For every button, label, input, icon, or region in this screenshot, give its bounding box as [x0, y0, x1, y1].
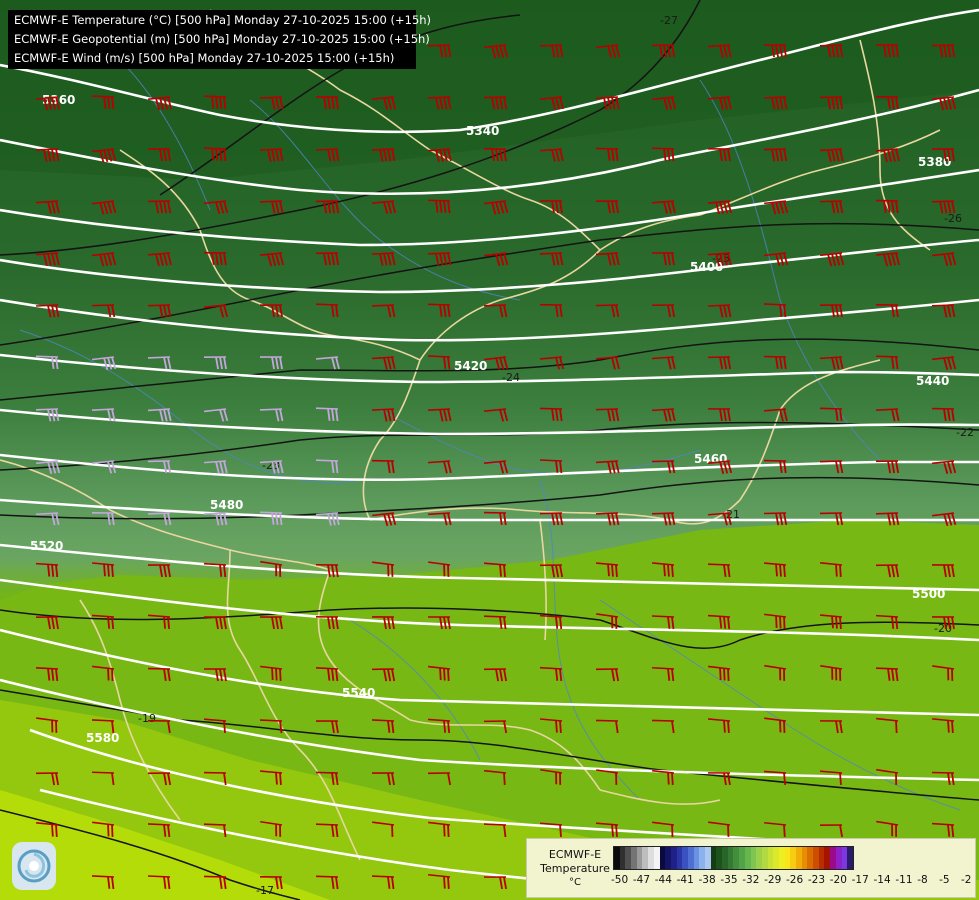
legend-tick-label: -29	[764, 874, 782, 886]
map-title-box: ECMWF-E Temperature (°C) [500 hPa] Monda…	[8, 10, 432, 69]
label-5440: 5440	[916, 374, 949, 388]
legend-tick-label: -2	[961, 874, 972, 886]
label-5500: 5500	[912, 587, 945, 601]
legend-title: ECMWF-E Temperature °C	[535, 848, 615, 890]
legend-tick-label: -41	[676, 874, 694, 886]
legend-color-bar	[613, 846, 854, 870]
label-5540: 5540	[342, 686, 375, 700]
label-5380: 5380	[918, 155, 951, 169]
legend-tick-label: -20	[829, 874, 847, 886]
legend-tick-label: -17	[851, 874, 869, 886]
title-wind: ECMWF-E Wind (m/s) [500 hPa] Monday 27-1…	[14, 51, 395, 65]
label-t-17: -17	[256, 884, 274, 897]
temperature-legend: ECMWF-E Temperature °C -50 -47 -44 -41 -38 -3…	[526, 838, 976, 898]
legend-tick-label: -35	[720, 874, 738, 886]
label-5480: 5480	[210, 498, 243, 512]
label-5520: 5520	[30, 539, 63, 553]
legend-tick-label: -44	[654, 874, 672, 886]
legend-tick-label: -26	[786, 874, 804, 886]
label-5580: 5580	[86, 731, 119, 745]
label-5420: 5420	[454, 359, 487, 373]
legend-tick-label: -47	[632, 874, 651, 886]
legend-tick-label: -14	[873, 874, 891, 886]
legend-tick-label: -50	[611, 874, 629, 886]
legend-tick-label: -23	[807, 874, 826, 886]
legend-ticks: -50 -47 -44 -41 -38 -35 -32 -29 -26 -23 -20 -17 -14-…	[611, 874, 971, 888]
title-geopotential: ECMWF-E Geopotential (m) [500 hPa] Monda…	[14, 32, 430, 46]
legend-tick-label: -38	[698, 874, 716, 886]
label-t-26: -26	[944, 212, 962, 225]
legend-title-line1: ECMWF-E	[548, 848, 602, 861]
legend-swatch	[847, 847, 853, 869]
weather-map: 5360 5340 5380 5400 5420 5440 5460 5480 …	[0, 0, 979, 900]
label-5340: 5340	[466, 124, 499, 138]
legend-tick-label: -5	[939, 874, 950, 886]
legend-tick-label: -8	[917, 874, 928, 886]
label-t-19: -19	[138, 712, 156, 725]
ecmwf-logo-icon	[12, 842, 56, 890]
legend-tick-label: -32	[742, 874, 760, 886]
legend-tick-label: -11	[895, 874, 913, 886]
label-t-27: -27	[660, 14, 678, 27]
label-t-24: -24	[502, 371, 520, 384]
map-canvas: 5360 5340 5380 5400 5420 5440 5460 5480 …	[0, 0, 979, 900]
legend-title-line2: Temperature	[540, 862, 610, 875]
label-5460: 5460	[694, 452, 727, 466]
legend-unit: °C	[569, 877, 581, 888]
title-temperature: ECMWF-E Temperature (°C) [500 hPa] Monda…	[14, 13, 432, 27]
label-t-22: -22	[956, 426, 974, 439]
